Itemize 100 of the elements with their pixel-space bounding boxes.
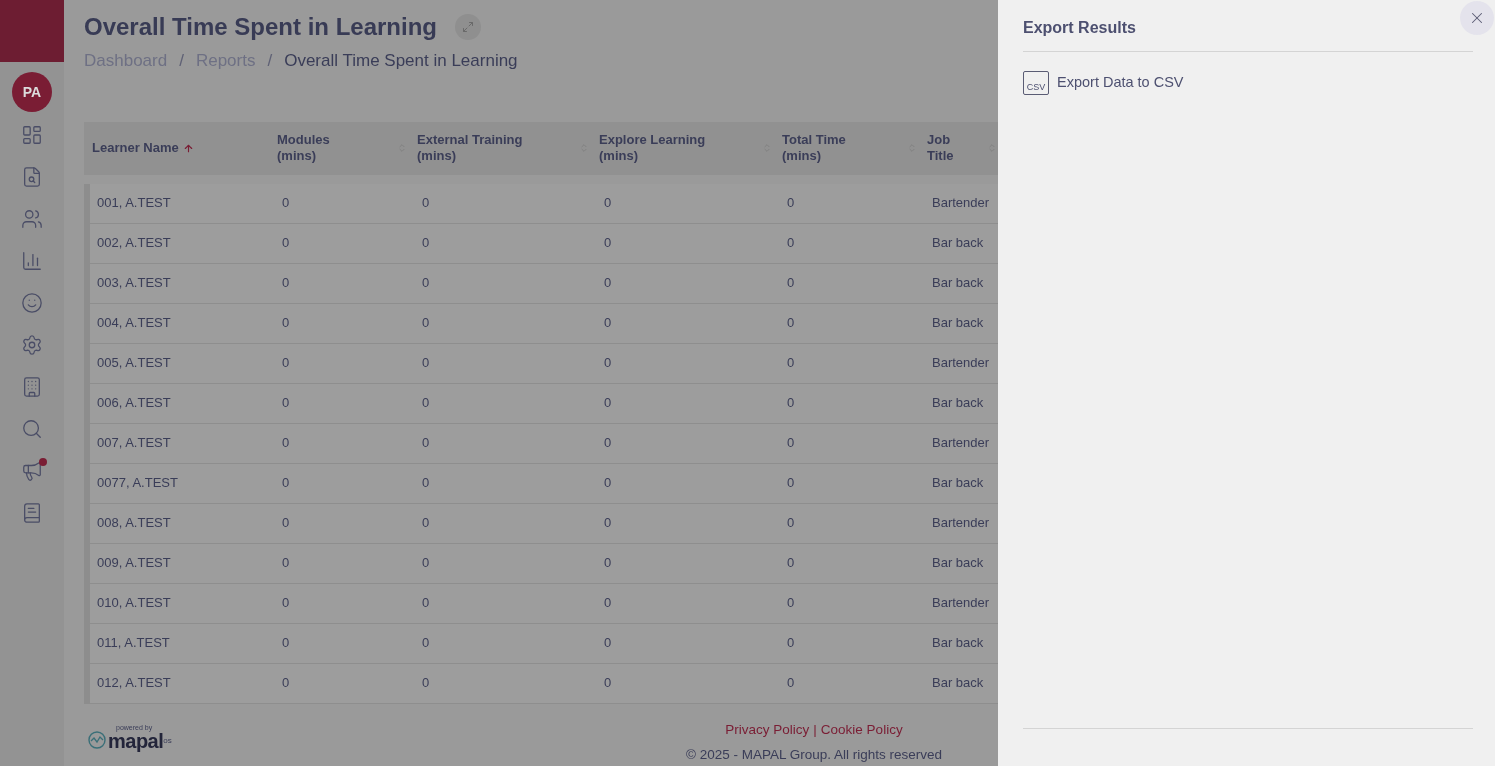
table-cell: 0 xyxy=(282,395,290,411)
table-cell: 012, A.TEST xyxy=(97,675,171,691)
table-cell: 0 xyxy=(787,275,795,291)
table-cell: 0 xyxy=(787,395,795,411)
table-cell: 0 xyxy=(787,635,795,651)
column-header[interactable]: Explore Learning (mins) xyxy=(599,132,724,164)
table-cell: 0 xyxy=(282,275,290,291)
logo-wordmark: mapal xyxy=(108,730,164,751)
table-cell: Bartender xyxy=(932,515,990,531)
table-cell: 0 xyxy=(282,555,290,571)
logo-suffix: os xyxy=(163,736,172,745)
building-icon[interactable] xyxy=(21,376,43,398)
table-cell: 0 xyxy=(787,675,795,691)
table-cell: 0 xyxy=(422,275,430,291)
settings-icon[interactable] xyxy=(21,334,43,356)
table-cell: 001, A.TEST xyxy=(97,195,171,211)
table-cell: 0 xyxy=(282,355,290,371)
expand-icon xyxy=(462,21,474,33)
table-cell: Bar back xyxy=(932,235,984,251)
search-icon[interactable] xyxy=(21,418,43,440)
expand-button[interactable] xyxy=(455,14,481,40)
table-cell: 009, A.TEST xyxy=(97,555,171,571)
table-cell: 0 xyxy=(282,235,290,251)
column-header[interactable]: External Training (mins) xyxy=(417,132,542,164)
table-cell: Bar back xyxy=(932,315,984,331)
table-cell: 0 xyxy=(787,235,795,251)
breadcrumb-current: Overall Time Spent in Learning xyxy=(284,50,518,72)
table-cell: 007, A.TEST xyxy=(97,435,171,451)
megaphone-icon[interactable] xyxy=(21,460,43,482)
table-cell: Bartender xyxy=(932,195,990,211)
table-cell: 0 xyxy=(604,515,612,531)
table-cell: 004, A.TEST xyxy=(97,315,171,331)
table-cell: 0 xyxy=(787,595,795,611)
table-cell: 0 xyxy=(604,475,612,491)
table-cell: Bar back xyxy=(932,555,984,571)
close-button[interactable] xyxy=(1460,1,1494,35)
table-cell: 0 xyxy=(787,315,795,331)
table-cell: 0 xyxy=(422,355,430,371)
table-cell: 0 xyxy=(282,315,290,331)
table-cell: 0 xyxy=(787,475,795,491)
table-cell: 0 xyxy=(422,315,430,331)
table-cell: Bartender xyxy=(932,595,990,611)
table-cell: Bar back xyxy=(932,675,984,691)
table-cell: 0 xyxy=(604,675,612,691)
table-cell: 0 xyxy=(282,595,290,611)
table-cell: 0 xyxy=(282,475,290,491)
brand-block xyxy=(0,0,64,62)
info-book-icon[interactable] xyxy=(21,502,43,524)
table-cell: 0 xyxy=(422,395,430,411)
table-cell: 010, A.TEST xyxy=(97,595,171,611)
table-cell: 0 xyxy=(604,595,612,611)
privacy-policy-link[interactable]: Privacy Policy xyxy=(725,719,810,740)
breadcrumb-separator: / xyxy=(179,50,184,72)
table-cell: 0 xyxy=(604,555,612,571)
csv-file-icon: CSV xyxy=(1023,71,1049,95)
table-cell: 0 xyxy=(422,515,430,531)
table-cell: 0 xyxy=(787,515,795,531)
wave-logo-icon xyxy=(88,730,106,749)
cookie-policy-link[interactable]: Cookie Policy xyxy=(820,719,903,740)
column-header[interactable]: Learner Name xyxy=(92,140,179,156)
smiley-icon[interactable] xyxy=(21,292,43,314)
column-header[interactable]: Total Time (mins) xyxy=(782,132,862,164)
table-cell: 0 xyxy=(604,235,612,251)
export-csv-option[interactable]: CSV Export Data to CSV xyxy=(1023,71,1473,95)
table-cell: 0 xyxy=(422,675,430,691)
table-cell: 0 xyxy=(787,355,795,371)
bar-chart-icon[interactable] xyxy=(21,250,43,272)
table-cell: 0 xyxy=(787,555,795,571)
table-cell: 0 xyxy=(422,475,430,491)
table-cell: 0 xyxy=(282,635,290,651)
table-cell: 0 xyxy=(422,195,430,211)
copyright-text: © 2025 - MAPAL Group. All rights reserved xyxy=(685,745,942,764)
table-cell: Bartender xyxy=(932,355,990,371)
people-icon[interactable] xyxy=(21,208,43,230)
breadcrumb-separator: / xyxy=(267,50,273,72)
dashboard-icon[interactable] xyxy=(21,124,43,146)
table-cell: 0 xyxy=(604,355,612,371)
table-cell: 0 xyxy=(422,235,430,251)
document-search-icon[interactable] xyxy=(21,166,43,188)
page-title: Overall Time Spent in Learning xyxy=(84,12,437,42)
table-cell: 0 xyxy=(282,675,290,691)
table-cell: Bar back xyxy=(932,475,984,491)
table-cell: Bar back xyxy=(932,395,984,411)
table-cell: 0 xyxy=(604,315,612,331)
table-cell: 0 xyxy=(422,435,430,451)
table-cell: 003, A.TEST xyxy=(97,275,171,291)
user-avatar[interactable]: PA xyxy=(12,72,52,112)
column-header[interactable]: Job Title xyxy=(927,132,967,164)
table-cell: 0 xyxy=(604,395,612,411)
table-cell: Bar back xyxy=(932,275,984,291)
table-cell: 011, A.TEST xyxy=(97,635,170,651)
sort-ascending-icon[interactable] xyxy=(182,142,194,154)
table-cell: 0 xyxy=(604,435,612,451)
table-cell: 005, A.TEST xyxy=(97,355,171,371)
table-cell: Bartender xyxy=(932,435,990,451)
table-cell: 0 xyxy=(787,195,795,211)
column-header[interactable]: Modules (mins) xyxy=(277,132,347,164)
table-cell: 0077, A.TEST xyxy=(97,475,178,491)
table-cell: 002, A.TEST xyxy=(97,235,171,251)
table-cell: 0 xyxy=(422,595,430,611)
